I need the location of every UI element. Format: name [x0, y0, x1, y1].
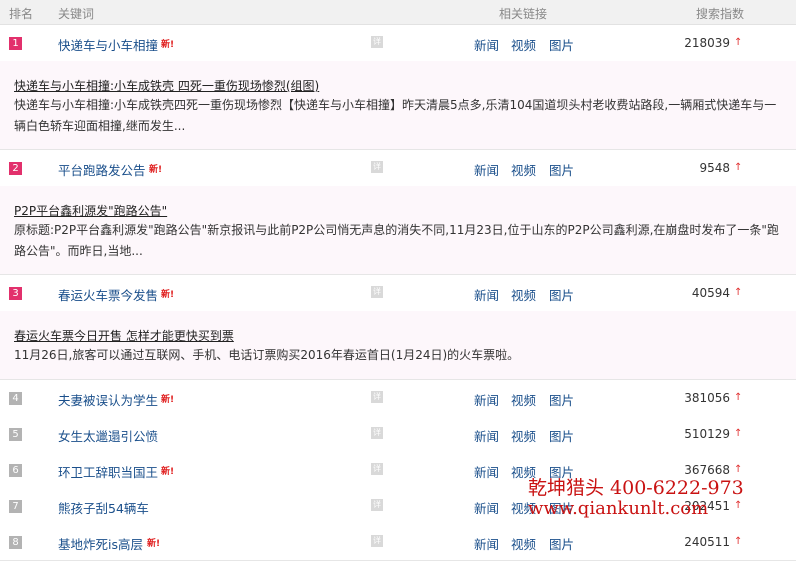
keyword-link[interactable]: 夫妻被误认为学生 — [58, 390, 158, 409]
detail-button[interactable]: 详 — [371, 391, 383, 403]
image-link[interactable]: 图片 — [549, 534, 574, 553]
detail-button[interactable]: 详 — [371, 463, 383, 475]
new-badge: 新! — [147, 539, 161, 549]
detail-title-link[interactable]: 春运火车票今日开售 怎样才能更快买到票 — [14, 327, 234, 344]
table-row: 5 女生太邋遢引公愤 详 新闻 视频 图片 510129 ↑ — [0, 416, 796, 453]
video-link[interactable]: 视频 — [511, 285, 536, 304]
detail-button[interactable]: 详 — [371, 427, 383, 439]
detail-panel: P2P平台鑫利源发"跑路公告" 原标题:P2P平台鑫利源发"跑路公告"新京报讯与此… — [0, 186, 796, 275]
news-link[interactable]: 新闻 — [474, 160, 499, 179]
header-rank: 排名 — [9, 7, 34, 21]
detail-title-link[interactable]: P2P平台鑫利源发"跑路公告" — [14, 202, 167, 219]
search-index: 510129 — [684, 427, 730, 441]
new-badge: 新! — [161, 290, 175, 300]
up-arrow-icon: ↑ — [734, 392, 743, 403]
table-row: 8 基地炸死is高层 新! 详 新闻 视频 图片 240511 ↑ — [0, 524, 796, 561]
search-index: 40594 — [691, 286, 730, 300]
keyword-link[interactable]: 春运火车票今发售 — [58, 285, 158, 304]
video-link[interactable]: 视频 — [511, 160, 536, 179]
detail-panel: 快递车与小车相撞:小车成铁壳 四死一重伤现场惨烈(组图) 快递车与小车相撞:小车成… — [0, 61, 796, 150]
up-arrow-icon: ↑ — [734, 500, 743, 511]
keyword-link[interactable]: 平台跑路发公告 — [58, 160, 146, 179]
header-index: 搜索指数 — [696, 7, 745, 21]
image-link[interactable]: 图片 — [549, 426, 574, 445]
video-link[interactable]: 视频 — [511, 35, 536, 54]
image-link[interactable]: 图片 — [549, 390, 574, 409]
image-link[interactable]: 图片 — [549, 35, 574, 54]
search-index: 381056 — [684, 391, 730, 405]
keyword-link[interactable]: 熊孩子刮54辆车 — [58, 498, 149, 517]
header-keyword: 关键词 — [58, 7, 95, 21]
keyword-link[interactable]: 环卫工辞职当国王 — [58, 462, 158, 481]
image-link[interactable]: 图片 — [549, 160, 574, 179]
rank-badge: 2 — [9, 162, 22, 175]
up-arrow-icon: ↑ — [734, 536, 743, 547]
news-link[interactable]: 新闻 — [474, 498, 499, 517]
new-badge: 新! — [161, 40, 175, 50]
rank-badge: 1 — [9, 37, 22, 50]
table-header: 排名 关键词 相关链接 搜索指数 — [0, 0, 796, 25]
detail-summary: 原标题:P2P平台鑫利源发"跑路公告"新京报讯与此前P2P公司悄无声息的消失不同… — [14, 223, 779, 258]
table-row: 1 快递车与小车相撞 新! 详 新闻 视频 图片 218039 ↑ — [0, 25, 796, 62]
rank-badge: 5 — [9, 428, 22, 441]
detail-title-link[interactable]: 快递车与小车相撞:小车成铁壳 四死一重伤现场惨烈(组图) — [14, 77, 319, 94]
watermark-line1: 乾坤猎头 400-6222-973 — [528, 477, 744, 499]
search-index: 9548 — [699, 161, 730, 175]
search-index: 240511 — [684, 535, 730, 549]
detail-button[interactable]: 详 — [371, 535, 383, 547]
news-link[interactable]: 新闻 — [474, 390, 499, 409]
rank-badge: 3 — [9, 287, 22, 300]
video-link[interactable]: 视频 — [511, 534, 536, 553]
detail-button[interactable]: 详 — [371, 286, 383, 298]
table-row: 3 春运火车票今发售 新! 详 新闻 视频 图片 40594 ↑ — [0, 275, 796, 312]
detail-button[interactable]: 详 — [371, 36, 383, 48]
rank-badge: 7 — [9, 500, 22, 513]
up-arrow-icon: ↑ — [734, 162, 743, 173]
video-link[interactable]: 视频 — [511, 426, 536, 445]
detail-summary: 快递车与小车相撞:小车成铁壳四死一重伤现场惨烈【快递车与小车相撞】昨天清晨5点多… — [14, 98, 777, 133]
detail-button[interactable]: 详 — [371, 161, 383, 173]
news-link[interactable]: 新闻 — [474, 462, 499, 481]
new-badge: 新! — [149, 165, 163, 175]
image-link[interactable]: 图片 — [549, 285, 574, 304]
table-row: 2 平台跑路发公告 新! 详 新闻 视频 图片 9548 ↑ — [0, 150, 796, 187]
header-links: 相关链接 — [499, 7, 548, 21]
news-link[interactable]: 新闻 — [474, 534, 499, 553]
video-link[interactable]: 视频 — [511, 390, 536, 409]
keyword-link[interactable]: 女生太邋遢引公愤 — [58, 426, 158, 445]
detail-panel: 春运火车票今日开售 怎样才能更快买到票 11月26日,旅客可以通过互联网、手机、电… — [0, 311, 796, 380]
news-link[interactable]: 新闻 — [474, 426, 499, 445]
rank-badge: 8 — [9, 536, 22, 549]
up-arrow-icon: ↑ — [734, 37, 743, 48]
watermark-line2: www.qiankunlt.com — [528, 498, 709, 519]
news-link[interactable]: 新闻 — [474, 35, 499, 54]
keyword-link[interactable]: 基地炸死is高层 — [58, 534, 143, 553]
news-link[interactable]: 新闻 — [474, 285, 499, 304]
keyword-link[interactable]: 快递车与小车相撞 — [58, 35, 158, 54]
detail-button[interactable]: 详 — [371, 499, 383, 511]
rank-badge: 4 — [9, 392, 22, 405]
up-arrow-icon: ↑ — [734, 287, 743, 298]
rank-badge: 6 — [9, 464, 22, 477]
up-arrow-icon: ↑ — [734, 428, 743, 439]
table-row: 4 夫妻被误认为学生 新! 详 新闻 视频 图片 381056 ↑ — [0, 380, 796, 417]
new-badge: 新! — [161, 467, 175, 477]
new-badge: 新! — [161, 395, 175, 405]
detail-summary: 11月26日,旅客可以通过互联网、手机、电话订票购买2016年春运首日(1月24… — [14, 348, 520, 362]
search-index: 218039 — [684, 36, 730, 50]
